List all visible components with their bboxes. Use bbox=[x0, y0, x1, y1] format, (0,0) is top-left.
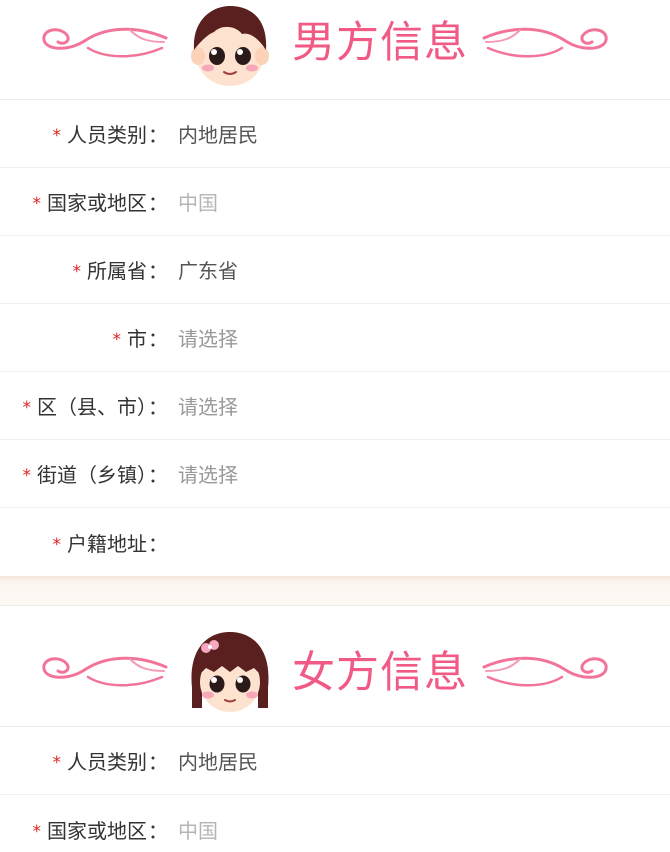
required-mark: * bbox=[22, 398, 32, 418]
female-info-section: 女方信息 * 人员类别： 内地居民 * 国家或地区： 中国 bbox=[0, 606, 670, 852]
form-row-street[interactable]: * 街道（乡镇）： 请选择 bbox=[0, 440, 670, 508]
country-label: * 国家或地区： bbox=[32, 191, 169, 215]
required-mark: * bbox=[22, 466, 32, 486]
province-label: * 所属省： bbox=[72, 259, 169, 283]
district-label: * 区（县、市）： bbox=[22, 395, 169, 419]
person-type-label: * 人员类别： bbox=[52, 123, 169, 147]
city-select[interactable]: 请选择 bbox=[178, 323, 238, 352]
person-type-value[interactable]: 内地居民 bbox=[178, 746, 258, 775]
city-label: * 市： bbox=[112, 327, 169, 351]
male-form: * 人员类别： 内地居民 * 国家或地区： 中国 * 所属省： 广东省 * 市： 请选择… bbox=[0, 100, 670, 576]
form-row-household-address[interactable]: * 户籍地址： bbox=[0, 508, 670, 576]
left-flourish-icon bbox=[42, 27, 168, 58]
country-value[interactable]: 中国 bbox=[178, 815, 218, 844]
required-mark: * bbox=[32, 821, 42, 842]
street-label: * 街道（乡镇）： bbox=[22, 463, 169, 487]
right-flourish-icon bbox=[482, 656, 608, 687]
required-mark: * bbox=[32, 194, 42, 214]
girl-avatar-icon bbox=[191, 632, 269, 712]
boy-avatar-icon bbox=[191, 6, 269, 86]
required-mark: * bbox=[52, 753, 62, 773]
form-row-country[interactable]: * 国家或地区： 中国 bbox=[0, 795, 670, 852]
female-banner: 女方信息 bbox=[0, 606, 670, 727]
male-banner: 男方信息 bbox=[0, 0, 670, 100]
required-mark: * bbox=[72, 262, 82, 282]
form-row-city[interactable]: * 市： 请选择 bbox=[0, 304, 670, 372]
required-mark: * bbox=[52, 126, 62, 146]
person-type-value[interactable]: 内地居民 bbox=[178, 119, 258, 148]
form-row-province[interactable]: * 所属省： 广东省 bbox=[0, 236, 670, 304]
female-section-title: 女方信息 bbox=[292, 648, 468, 698]
street-select[interactable]: 请选择 bbox=[178, 459, 238, 488]
right-flourish-icon bbox=[482, 27, 608, 58]
form-row-person-type[interactable]: * 人员类别： 内地居民 bbox=[0, 100, 670, 168]
left-flourish-icon bbox=[42, 656, 168, 687]
required-mark: * bbox=[52, 534, 62, 555]
country-value[interactable]: 中国 bbox=[178, 187, 218, 216]
form-row-district[interactable]: * 区（县、市）： 请选择 bbox=[0, 372, 670, 440]
male-section-title: 男方信息 bbox=[292, 18, 468, 68]
female-form: * 人员类别： 内地居民 * 国家或地区： 中国 bbox=[0, 727, 670, 852]
person-type-label: * 人员类别： bbox=[52, 750, 169, 774]
country-label: * 国家或地区： bbox=[32, 818, 169, 843]
district-select[interactable]: 请选择 bbox=[178, 391, 238, 420]
province-value[interactable]: 广东省 bbox=[178, 255, 238, 284]
required-mark: * bbox=[112, 330, 122, 350]
form-row-country[interactable]: * 国家或地区： 中国 bbox=[0, 168, 670, 236]
household-address-label: * 户籍地址： bbox=[52, 531, 169, 556]
form-row-person-type[interactable]: * 人员类别： 内地居民 bbox=[0, 727, 670, 795]
male-info-section: 男方信息 * 人员类别： 内地居民 * 国家或地区： 中国 * 所属省： 广东省 * 市… bbox=[0, 0, 670, 576]
section-divider bbox=[0, 576, 670, 606]
